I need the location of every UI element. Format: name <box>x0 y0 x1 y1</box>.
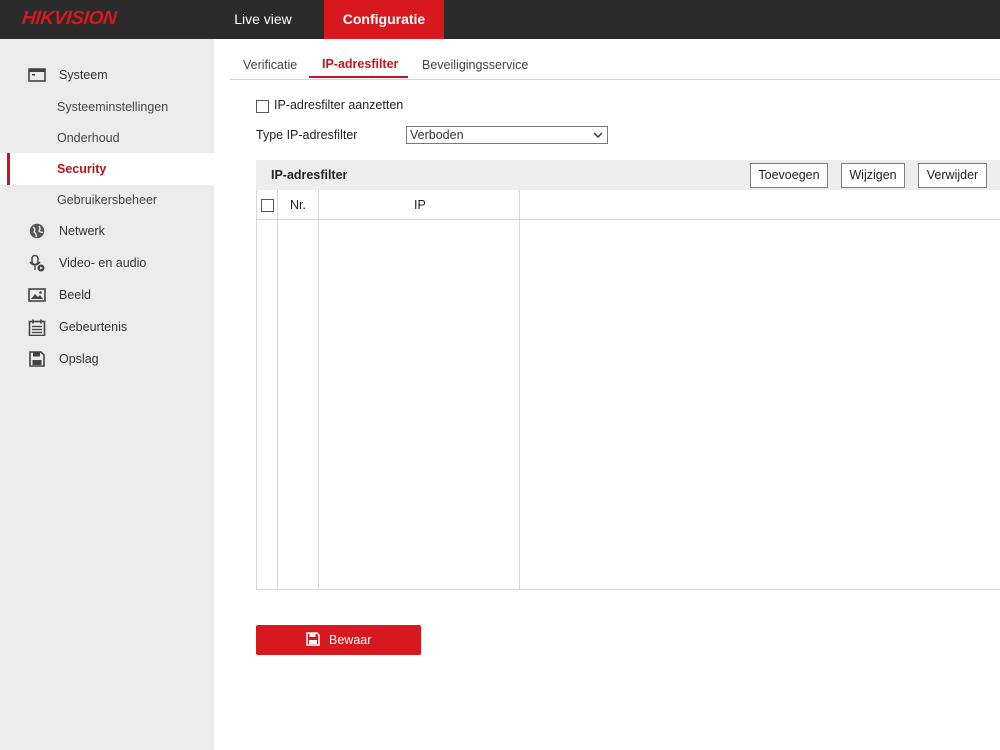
tab-bar: Verificatie IP-adresfilter Beveiligingss… <box>230 39 1000 80</box>
save-button-label: Bewaar <box>329 633 372 647</box>
sidebar-item-video-audio[interactable]: Video- en audio <box>0 247 214 279</box>
sidebar-item-systeem[interactable]: Systeem <box>0 59 214 91</box>
header-divider <box>257 219 1000 220</box>
save-button[interactable]: Bewaar <box>256 625 421 655</box>
floppy-disk-icon <box>29 351 45 367</box>
column-divider <box>318 190 319 589</box>
filter-type-value: Verboden <box>410 128 464 142</box>
active-tab-underline <box>309 76 408 78</box>
tab-verificatie[interactable]: Verificatie <box>243 58 297 80</box>
sidebar-item-gebruikersbeheer[interactable]: Gebruikersbeheer <box>0 184 214 216</box>
sidebar-item-systeeminstellingen[interactable]: Systeeminstellingen <box>0 91 214 123</box>
filter-type-select[interactable]: Verboden <box>406 126 608 144</box>
floppy-disk-icon <box>306 632 320 646</box>
active-indicator <box>7 153 10 185</box>
column-divider <box>277 190 278 589</box>
filter-type-label: Type IP-adresfilter <box>256 128 358 142</box>
chevron-down-icon <box>593 132 603 138</box>
sidebar-item-label: Onderhoud <box>57 131 120 145</box>
sidebar-item-opslag[interactable]: Opslag <box>0 343 214 375</box>
sidebar-item-label: Gebruikersbeheer <box>57 193 158 207</box>
enable-ip-filter-checkbox[interactable] <box>256 100 269 113</box>
hikvision-logo: HIKVISION <box>20 8 118 29</box>
table-title: IP-adresfilter <box>271 168 348 182</box>
add-button[interactable]: Toevoegen <box>750 163 828 188</box>
sidebar-item-beeld[interactable]: Beeld <box>0 279 214 311</box>
sidebar-item-label: Beeld <box>59 288 91 302</box>
column-header-ip: IP <box>414 198 426 212</box>
sidebar-item-label: Systeeminstellingen <box>57 100 169 114</box>
nav-configuratie[interactable]: Configuratie <box>324 0 444 39</box>
enable-ip-filter-label: IP-adresfilter aanzetten <box>274 98 404 112</box>
edit-button[interactable]: Wijzigen <box>841 163 905 188</box>
sidebar: Systeem Systeeminstellingen Onderhoud Se… <box>0 39 214 750</box>
sidebar-item-onderhoud[interactable]: Onderhoud <box>0 122 214 154</box>
column-divider <box>519 190 520 589</box>
globe-icon <box>29 223 45 239</box>
sidebar-item-label: Netwerk <box>59 224 105 238</box>
sidebar-item-gebeurtenis[interactable]: Gebeurtenis <box>0 311 214 343</box>
sidebar-item-label: Gebeurtenis <box>59 320 128 334</box>
delete-button[interactable]: Verwijder <box>918 163 987 188</box>
microphone-camera-icon <box>29 254 45 272</box>
sidebar-item-label: Security <box>57 162 107 176</box>
column-header-nr: Nr. <box>290 198 306 212</box>
tab-beveiligingsservice[interactable]: Beveiligingsservice <box>422 58 528 80</box>
system-window-icon <box>28 68 46 82</box>
sidebar-item-netwerk[interactable]: Netwerk <box>0 215 214 247</box>
calendar-icon <box>28 319 46 336</box>
select-all-checkbox[interactable] <box>261 199 274 212</box>
table-toolbar: IP-adresfilter Toevoegen Wijzigen Verwij… <box>256 160 1000 190</box>
sidebar-item-label: Systeem <box>59 68 108 82</box>
nav-live-view[interactable]: Live view <box>216 0 310 39</box>
sidebar-item-label: Video- en audio <box>59 256 147 270</box>
sidebar-item-security[interactable]: Security <box>0 153 214 185</box>
sidebar-item-label: Opslag <box>59 352 99 366</box>
ip-filter-table: Nr. IP <box>256 190 1000 590</box>
image-icon <box>28 288 46 302</box>
top-bar: HIKVISION Live view Configuratie <box>0 0 1000 39</box>
